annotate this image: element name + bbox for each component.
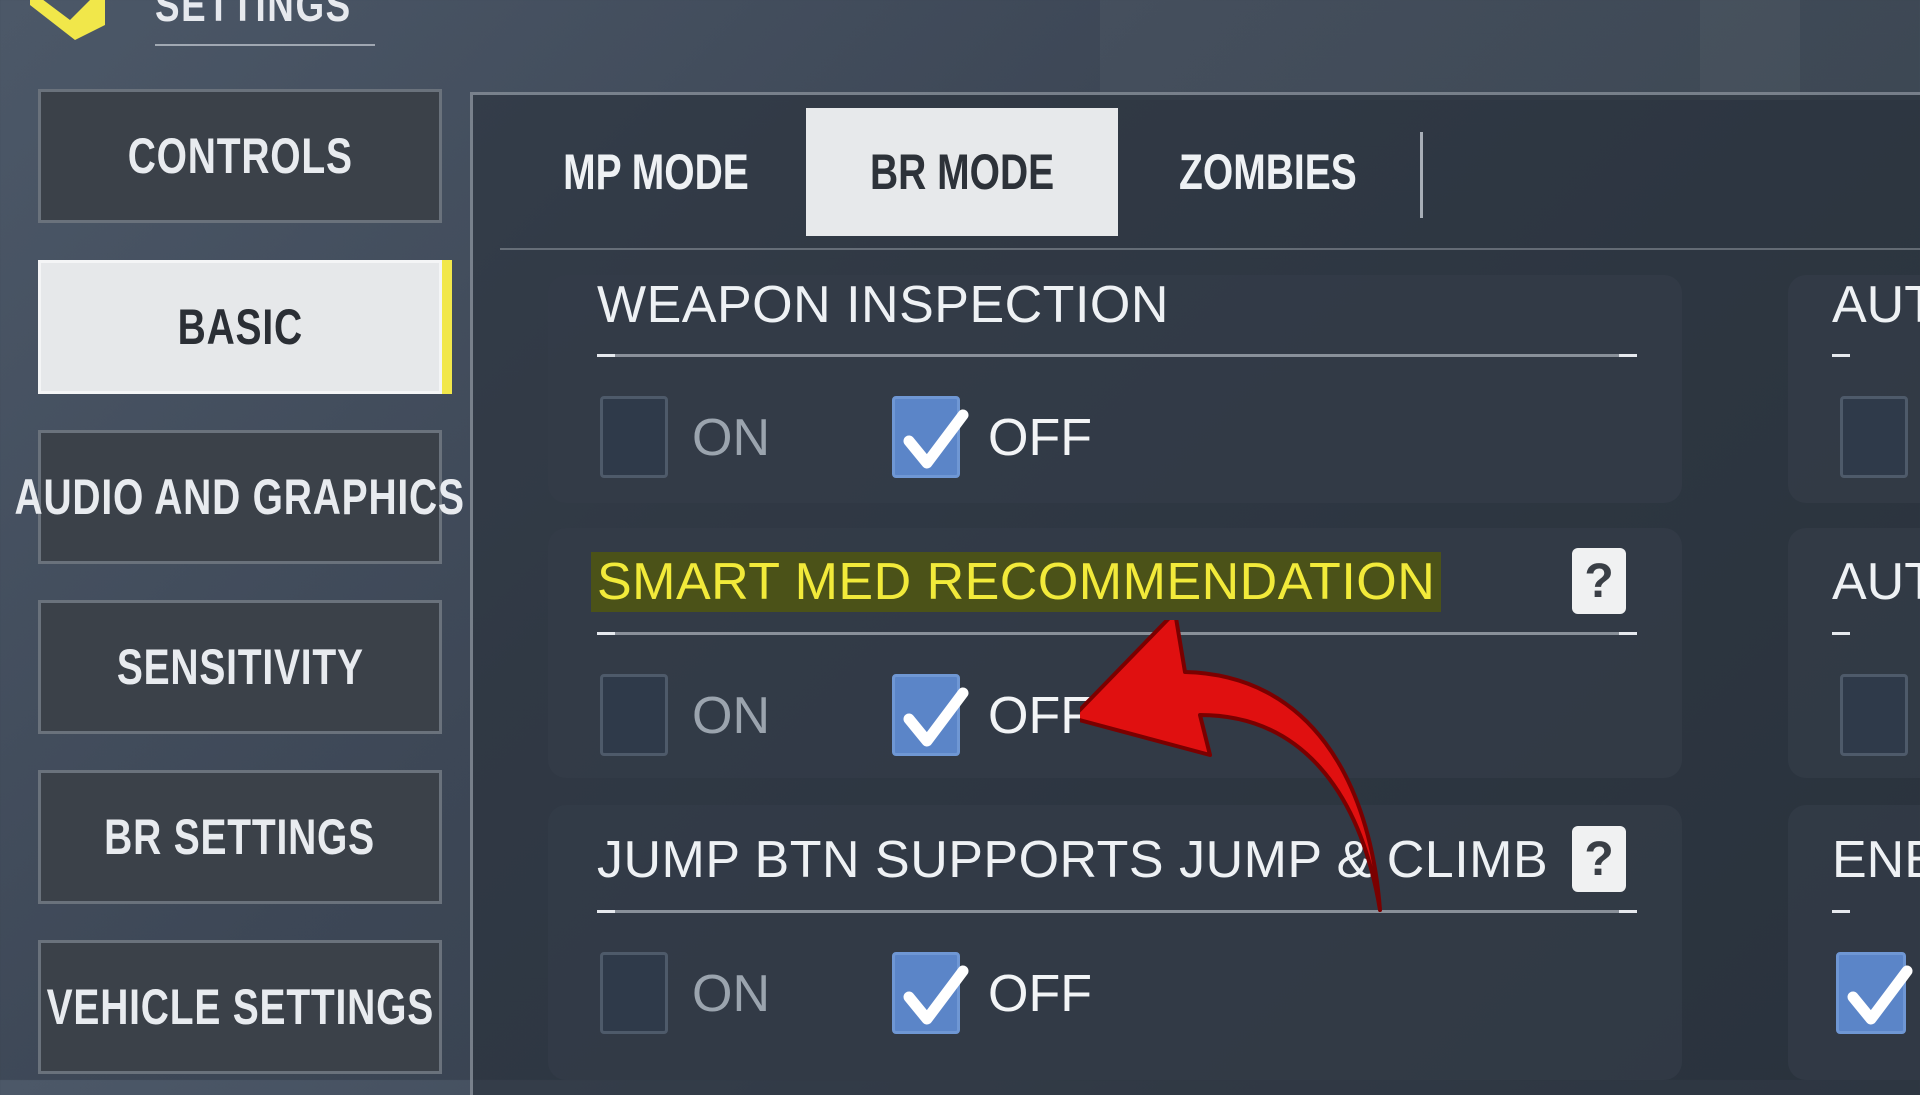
right-setting-checkbox[interactable] bbox=[1840, 396, 1908, 478]
option-label-on: ON bbox=[692, 965, 770, 1023]
option-label-off: OFF bbox=[988, 409, 1092, 467]
jump-btn-on-checkbox[interactable] bbox=[600, 952, 668, 1034]
option-label-off: OFF bbox=[988, 687, 1092, 745]
sidebar-item-label: BR SETTINGS bbox=[104, 809, 376, 865]
title-underline bbox=[155, 44, 375, 46]
weapon-inspection-off-checkbox[interactable] bbox=[892, 396, 969, 478]
right-setting-label: ENE bbox=[1832, 831, 1920, 889]
checkmark-icon bbox=[903, 687, 969, 747]
help-button[interactable]: ? bbox=[1572, 548, 1626, 614]
setting-separator bbox=[1832, 354, 1850, 357]
sidebar-item-sensitivity[interactable]: SENSITIVITY bbox=[38, 600, 442, 734]
option-label-on: ON bbox=[692, 687, 770, 745]
tab-label: MP MODE bbox=[563, 144, 749, 200]
smart-med-on-checkbox[interactable] bbox=[600, 674, 668, 756]
sidebar-item-label: CONTROLS bbox=[127, 128, 353, 184]
setting-label-jump-btn-supports-jump-climb: JUMP BTN SUPPORTS JUMP & CLIMB bbox=[597, 831, 1549, 889]
smart-med-off-checkbox[interactable] bbox=[892, 674, 969, 756]
sidebar-item-label: AUDIO AND GRAPHICS bbox=[14, 469, 466, 525]
background-shape bbox=[1100, 0, 1800, 100]
setting-label-smart-med-recommendation: SMART MED RECOMMENDATION bbox=[591, 552, 1442, 612]
sidebar-item-controls[interactable]: CONTROLS bbox=[38, 89, 442, 223]
right-setting-label: AUT bbox=[1832, 553, 1920, 611]
tab-label: ZOMBIES bbox=[1179, 144, 1357, 200]
sidebar-item-label: VEHICLE SETTINGS bbox=[46, 979, 434, 1035]
red-arrow-annotation-icon bbox=[1080, 620, 1382, 912]
setting-separator bbox=[1832, 910, 1850, 913]
sidebar-item-audio-and-graphics[interactable]: AUDIO AND GRAPHICS bbox=[15, 430, 464, 564]
sidebar-item-br-settings[interactable]: BR SETTINGS bbox=[38, 770, 442, 904]
background-shape bbox=[1700, 0, 1920, 100]
tab-zombies[interactable]: ZOMBIES bbox=[1112, 108, 1424, 236]
right-setting-label: AUT bbox=[1832, 276, 1920, 334]
right-setting-checkbox[interactable] bbox=[1840, 674, 1908, 756]
help-button[interactable]: ? bbox=[1572, 826, 1626, 892]
checkmark-icon bbox=[903, 965, 969, 1025]
page-title: SETTINGS bbox=[155, 0, 352, 31]
option-label-on: ON bbox=[692, 409, 770, 467]
tab-label: BR MODE bbox=[869, 144, 1055, 200]
checkmark-icon bbox=[1847, 965, 1913, 1025]
jump-btn-off-checkbox[interactable] bbox=[892, 952, 969, 1034]
weapon-inspection-on-checkbox[interactable] bbox=[600, 396, 668, 478]
sidebar-item-vehicle-settings[interactable]: VEHICLE SETTINGS bbox=[38, 940, 442, 1074]
game-logo-icon bbox=[30, 0, 105, 40]
tab-mp-mode[interactable]: MP MODE bbox=[500, 108, 812, 236]
setting-separator bbox=[1832, 632, 1850, 635]
right-setting-checkbox[interactable] bbox=[1836, 952, 1913, 1034]
setting-separator bbox=[597, 354, 1637, 357]
checkmark-icon bbox=[903, 409, 969, 469]
tab-br-mode[interactable]: BR MODE bbox=[806, 108, 1118, 236]
sidebar-item-label: BASIC bbox=[177, 299, 303, 355]
option-label-off: OFF bbox=[988, 965, 1092, 1023]
tab-divider bbox=[1420, 132, 1423, 218]
setting-label-weapon-inspection: WEAPON INSPECTION bbox=[597, 276, 1169, 334]
sidebar-item-label: SENSITIVITY bbox=[116, 639, 364, 695]
sidebar-item-basic[interactable]: BASIC bbox=[38, 260, 442, 394]
tabs-underline bbox=[500, 248, 1920, 250]
